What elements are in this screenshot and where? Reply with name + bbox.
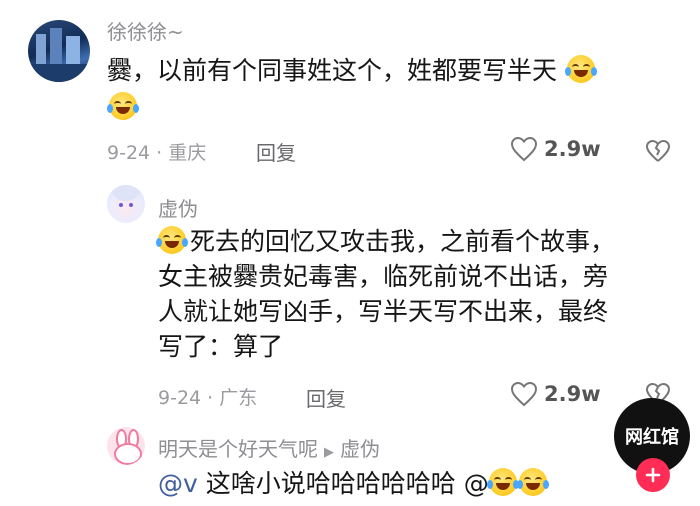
reply-button[interactable]: 回复 — [256, 137, 296, 166]
comment-text: 爨，以前有个同事姓这个，姓都要写半天 — [107, 53, 667, 88]
comment-date-location: 9-24 · 重庆 — [107, 142, 207, 164]
laugh-cry-emoji-icon — [107, 92, 139, 120]
mention-link[interactable]: @v — [158, 469, 198, 498]
laugh-cry-emoji-icon — [486, 468, 519, 496]
comment-text-content: 这啥小说哈哈哈哈哈哈 — [205, 469, 456, 498]
comment-author[interactable]: 虚伪 — [158, 193, 198, 222]
comment-text: 死去的回忆又攻击我，之前看个故事， 女主被爨贵妃毒害，临死前说不出话，旁 人就让… — [156, 224, 658, 364]
comment-line: 女主被爨贵妃毒害，临死前说不出话，旁 — [158, 262, 609, 291]
avatar-comment-3[interactable] — [107, 427, 145, 465]
heart-icon — [510, 136, 538, 162]
laugh-cry-emoji-icon — [564, 55, 597, 83]
at-symbol: @ — [463, 469, 489, 498]
dislike-broken-heart-icon[interactable] — [645, 139, 671, 163]
reply-button[interactable]: 回复 — [306, 383, 346, 412]
avatar-comment-2[interactable] — [107, 185, 145, 223]
like-button[interactable]: 2.9w — [510, 136, 601, 162]
watermark-text: 网红馆 — [625, 427, 679, 448]
like-count: 2.9w — [544, 382, 601, 406]
comment-author[interactable]: 明天是个好天气呢 — [158, 437, 318, 461]
laugh-cry-emoji-icon — [516, 468, 549, 496]
reply-arrow-icon: ▶ — [324, 445, 334, 460]
comment-line: 死去的回忆又攻击我，之前看个故事， — [156, 224, 658, 259]
like-button[interactable]: 2.9w — [510, 381, 601, 407]
comment-line: 写了：算了 — [158, 332, 284, 361]
comment-line: 人就让她写凶手，写半天写不出来，最终 — [158, 297, 609, 326]
add-fab-button[interactable] — [636, 458, 670, 492]
comment-text: @v 这啥小说哈哈哈哈哈哈 @ — [158, 466, 608, 501]
avatar-comment-1[interactable] — [28, 20, 90, 82]
reply-header: 明天是个好天气呢 ▶ 虚伪 — [158, 433, 380, 462]
laugh-cry-emoji-icon — [156, 226, 188, 254]
plus-icon — [645, 467, 661, 483]
reply-to-author[interactable]: 虚伪 — [340, 437, 380, 461]
comment-date-location: 9-24 · 广东 — [158, 387, 258, 409]
like-count: 2.9w — [544, 137, 601, 161]
comment-author[interactable]: 徐徐徐~ — [107, 16, 184, 45]
heart-icon — [510, 381, 538, 407]
comment-text-content: 爨，以前有个同事姓这个，姓都要写半天 — [107, 56, 558, 85]
